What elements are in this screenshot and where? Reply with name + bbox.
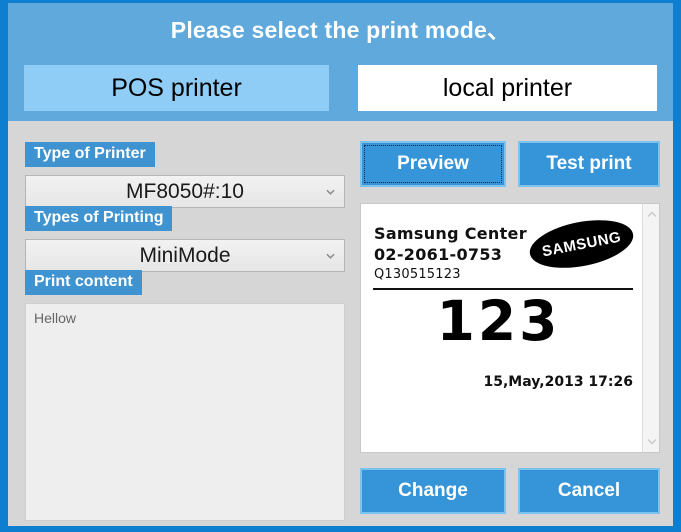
change-button-label: Change [398, 480, 468, 501]
printer-type-label: Type of Printer [25, 142, 155, 167]
tab-local-printer[interactable]: local printer [358, 65, 657, 111]
print-mode-tabs: POS printer local printer [8, 65, 673, 111]
tab-local-printer-label: local printer [442, 73, 573, 102]
test-print-button[interactable]: Test print [518, 141, 660, 187]
receipt-store-name: Samsung Center [374, 224, 527, 243]
printing-type-label: Types of Printing [25, 206, 173, 231]
printing-type-value: MiniMode [139, 243, 231, 267]
chevron-down-icon [326, 187, 335, 196]
change-button[interactable]: Change [360, 468, 506, 514]
receipt-queue-number: 123 [436, 289, 561, 353]
receipt: Samsung Center 02-2061-0753 Q130515123 1… [361, 204, 644, 452]
samsung-logo-icon: SAMSUNG [525, 212, 638, 276]
dialog-body-panel: Type of Printer MF8050#:10 Types of Prin… [8, 121, 673, 526]
print-content-label: Print content [25, 270, 142, 295]
focus-outline [364, 145, 502, 183]
receipt-preview-pane: Samsung Center 02-2061-0753 Q130515123 1… [360, 203, 660, 453]
cancel-button[interactable]: Cancel [518, 468, 660, 514]
preview-button[interactable]: Preview [360, 141, 506, 187]
receipt-code: Q130515123 [374, 267, 461, 282]
receipt-datetime: 15,May,2013 17:26 [483, 374, 633, 390]
preview-vertical-scrollbar[interactable] [642, 204, 659, 452]
dialog-title: Please select the print mode、 [170, 17, 511, 43]
chevron-down-icon [326, 251, 335, 260]
print-mode-dialog: Please select the print mode、 POS printe… [0, 0, 681, 532]
samsung-logo-text: SAMSUNG [540, 228, 623, 260]
tab-pos-printer[interactable]: POS printer [24, 65, 329, 111]
chevron-up-icon[interactable] [643, 206, 659, 223]
printer-type-select[interactable]: MF8050#:10 [25, 175, 345, 208]
printer-type-value: MF8050#:10 [126, 179, 244, 203]
print-content-input[interactable]: Hellow [25, 303, 345, 521]
tab-pos-printer-label: POS printer [111, 73, 242, 102]
chevron-down-icon[interactable] [643, 433, 659, 450]
cancel-button-label: Cancel [557, 480, 621, 501]
receipt-phone: 02-2061-0753 [374, 245, 503, 264]
printing-type-select[interactable]: MiniMode [25, 239, 345, 272]
test-print-button-label: Test print [546, 153, 632, 174]
